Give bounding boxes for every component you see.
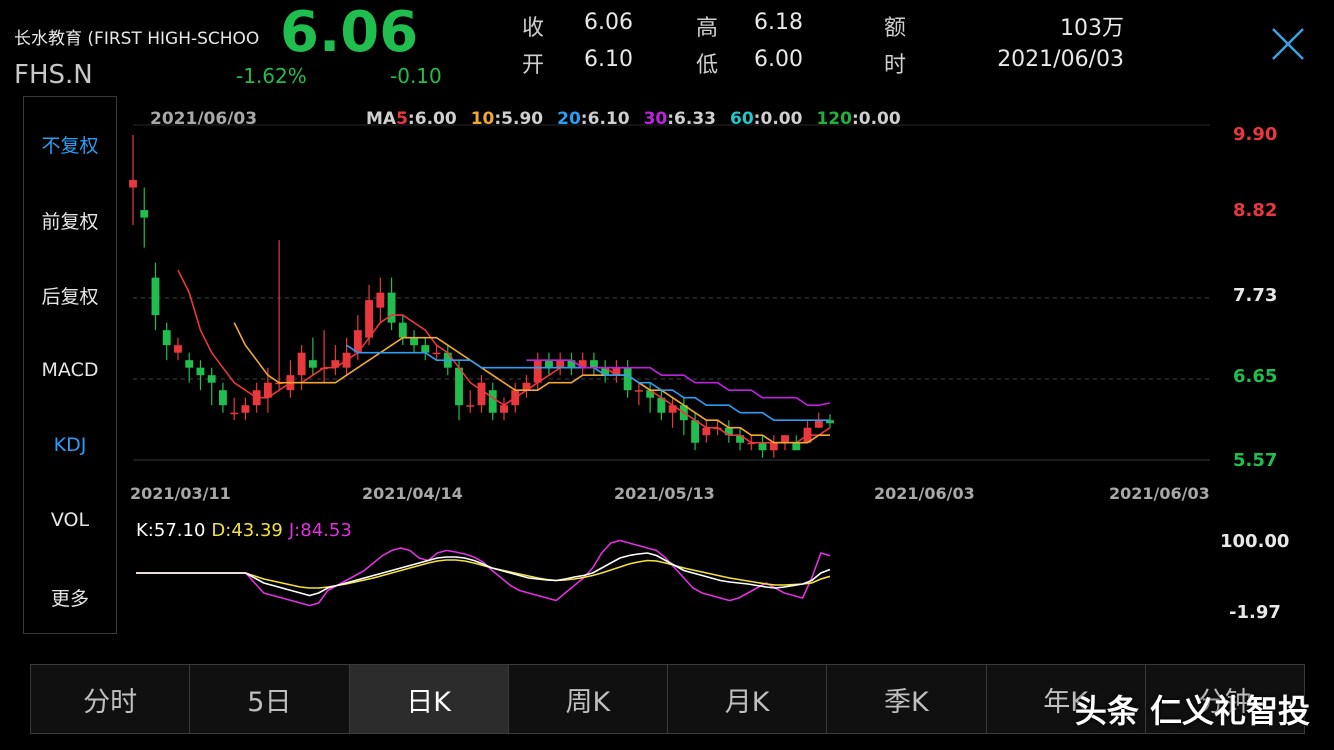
candle-body	[814, 420, 823, 428]
candle-body	[634, 390, 643, 392]
kdj-y-top: 100.00	[1220, 531, 1290, 552]
candle-body	[185, 360, 194, 368]
candle-body	[691, 420, 700, 443]
candle-body	[769, 442, 778, 451]
candle-body	[556, 360, 565, 368]
candle-body	[129, 180, 137, 188]
candle-body	[297, 352, 306, 376]
tab-monthly-k[interactable]: 月K	[668, 665, 828, 733]
candle-body	[455, 367, 463, 406]
candle-body	[589, 360, 598, 368]
candle-body	[196, 367, 205, 376]
candle-body	[410, 337, 418, 346]
candle-body	[140, 210, 149, 218]
candle-body	[702, 427, 711, 436]
kdj-k: K:57.10	[136, 520, 206, 541]
tab-daily-k-label: 日K	[406, 686, 451, 718]
candle-body	[398, 322, 407, 338]
tab-weekly-k[interactable]: 周K	[509, 665, 668, 733]
candle-body	[623, 367, 632, 391]
candle-body	[162, 330, 171, 346]
tab-weekly-k-label: 周K	[565, 686, 611, 718]
candle-body	[545, 360, 553, 368]
candle-body	[219, 390, 227, 406]
candle-body	[533, 360, 542, 383]
tab-intraday[interactable]: 分时	[31, 665, 191, 733]
candle-body	[376, 292, 385, 308]
candle-body	[466, 405, 475, 407]
tab-5day-label: 5日	[247, 686, 292, 718]
candle-body	[488, 390, 497, 413]
candle-body	[207, 375, 216, 383]
candle-body	[230, 412, 239, 415]
candle-body	[151, 277, 160, 316]
kdj-j: J:84.53	[288, 520, 352, 541]
candle-body	[500, 405, 508, 413]
tab-quarterly-k-label: 季K	[884, 686, 929, 718]
tab-daily-k[interactable]: 日K	[349, 665, 509, 733]
candle-body	[308, 360, 317, 368]
tab-intraday-label: 分时	[83, 686, 138, 718]
ma20-line	[346, 344, 830, 421]
candle-body	[365, 300, 374, 338]
kdj-legend: K:57.10 D:43.39 J:84.53	[136, 520, 352, 541]
candlestick-chart[interactable]	[0, 0, 1334, 750]
kdj-k-line	[136, 552, 831, 597]
candle-body	[758, 442, 767, 451]
candle-body	[241, 405, 250, 413]
candle-body	[432, 352, 441, 355]
tab-quarterly-k[interactable]: 季K	[827, 665, 987, 733]
candle-body	[781, 435, 789, 443]
watermark: 头条 仁义礼智投	[1074, 692, 1310, 730]
candle-body	[387, 292, 396, 323]
tab-monthly-k-label: 月K	[724, 686, 770, 718]
candle-body	[792, 442, 801, 451]
candle-body	[477, 382, 486, 406]
tab-5day[interactable]: 5日	[190, 665, 350, 733]
candle-body	[421, 345, 430, 353]
kdj-d: D:43.39	[211, 520, 283, 541]
kdj-y-bottom: -1.97	[1229, 602, 1281, 623]
candle-body	[174, 345, 182, 353]
